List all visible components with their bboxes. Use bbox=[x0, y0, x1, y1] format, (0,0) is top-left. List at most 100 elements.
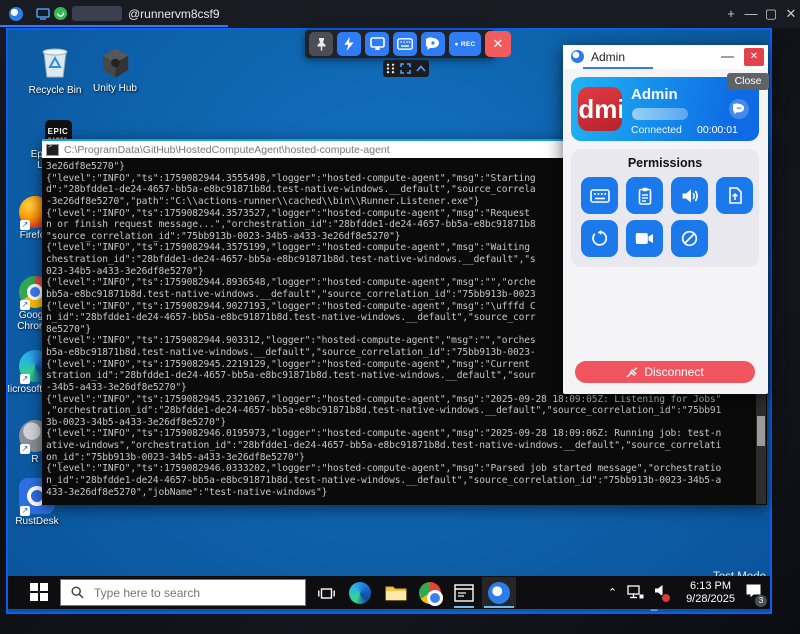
peer-name: Admin bbox=[631, 86, 678, 103]
action-center-button[interactable]: 3 bbox=[745, 583, 762, 603]
pin-toolbar-button[interactable] bbox=[309, 32, 333, 56]
disconnect-button[interactable]: Disconnect bbox=[575, 361, 755, 383]
notification-count-badge: 3 bbox=[755, 595, 767, 607]
taskbar-console-app-button[interactable] bbox=[452, 581, 476, 605]
tray-date: 9/28/2025 bbox=[686, 593, 735, 606]
taskbar-edge-button[interactable] bbox=[348, 581, 372, 605]
new-tab-button[interactable]: + bbox=[722, 6, 740, 21]
fullscreen-icon[interactable] bbox=[400, 63, 411, 74]
volume-muted-icon[interactable] bbox=[654, 584, 668, 602]
record-dot-icon: ● bbox=[455, 41, 459, 48]
record-label: REC bbox=[461, 41, 476, 48]
active-tab-indicator bbox=[0, 25, 228, 27]
maximize-button[interactable]: ▢ bbox=[762, 6, 780, 22]
close-button[interactable]: ✕ bbox=[782, 6, 800, 22]
keyboard-permission-button[interactable] bbox=[581, 177, 618, 214]
recording-permission-button[interactable] bbox=[626, 220, 663, 257]
taskbar-chrome-button[interactable] bbox=[418, 581, 442, 605]
console-log-line: n_id":"28bfdde1-de24-4657-bb5a-e8bc91871… bbox=[46, 475, 767, 487]
permissions-title: Permissions bbox=[571, 156, 759, 170]
keyboard-icon bbox=[397, 38, 413, 50]
tray-time: 6:13 PM bbox=[686, 580, 735, 593]
taskbar-search[interactable] bbox=[60, 579, 306, 606]
windows-taskbar: ⌃ 6:13 PM 9/28/2025 3 bbox=[8, 576, 770, 609]
admin-tab-label[interactable]: Admin bbox=[591, 50, 625, 64]
task-view-button[interactable] bbox=[314, 581, 338, 605]
shortcut-arrow-icon: ↗ bbox=[20, 506, 30, 516]
speaker-icon bbox=[681, 188, 699, 204]
shortcut-arrow-icon: ↗ bbox=[20, 220, 30, 230]
admin-control-window: Admin ✕ Admin Admin Connected 00:00:01 P… bbox=[563, 45, 768, 394]
chevron-up-icon[interactable] bbox=[416, 65, 426, 72]
rustdesk-logo-icon bbox=[571, 50, 584, 63]
record-button[interactable]: ● REC bbox=[449, 32, 481, 56]
shortcut-arrow-icon: ↗ bbox=[20, 444, 30, 454]
minimize-button[interactable]: — bbox=[742, 6, 760, 21]
taskbar-rustdesk-button[interactable] bbox=[482, 577, 516, 608]
chat-bubble-icon bbox=[733, 103, 745, 115]
file-upload-icon bbox=[728, 187, 742, 204]
console-scrollbar-thumb[interactable] bbox=[757, 416, 765, 446]
pushpin-icon bbox=[315, 37, 328, 51]
chat-bubble-icon bbox=[426, 37, 440, 51]
chat-peer-button[interactable] bbox=[729, 99, 749, 119]
edge-icon bbox=[349, 582, 371, 604]
shortcut-arrow-icon: ↗ bbox=[20, 374, 30, 384]
peer-avatar: Admin bbox=[578, 87, 622, 131]
app-titlebar: @runnervm8csf9 + — ▢ ✕ bbox=[0, 0, 800, 28]
console-log-line: {"level":"INFO","ts":1759082945.2321067,… bbox=[46, 394, 767, 406]
network-icon[interactable] bbox=[627, 585, 644, 600]
chrome-icon bbox=[419, 582, 441, 604]
monitor-icon[interactable] bbox=[36, 8, 50, 20]
file-explorer-icon bbox=[385, 584, 407, 602]
admin-close-button[interactable]: ✕ bbox=[744, 48, 764, 66]
close-session-button[interactable]: ✕ bbox=[485, 31, 511, 57]
session-id-redacted bbox=[72, 6, 122, 21]
search-input[interactable] bbox=[92, 585, 276, 601]
console-app-icon bbox=[454, 584, 474, 602]
shortcut-arrow-icon: ↗ bbox=[20, 300, 30, 310]
lightning-icon bbox=[343, 37, 355, 51]
connection-status: Connected bbox=[631, 124, 682, 136]
toolbar-quick-strip bbox=[383, 60, 429, 77]
keyboard-button[interactable] bbox=[393, 32, 417, 56]
desktop-icon-label: Unity Hub bbox=[80, 83, 150, 94]
console-title: C:\ProgramData\GitHub\HostedComputeAgent… bbox=[64, 144, 390, 156]
clipboard-permission-button[interactable] bbox=[626, 177, 663, 214]
file-transfer-permission-button[interactable] bbox=[716, 177, 753, 214]
tray-clock[interactable]: 6:13 PM 9/28/2025 bbox=[686, 580, 735, 606]
system-tray: ⌃ 6:13 PM 9/28/2025 3 bbox=[608, 576, 770, 609]
display-button[interactable] bbox=[365, 32, 389, 56]
block-icon bbox=[681, 230, 698, 247]
permissions-panel: Permissions bbox=[571, 149, 759, 267]
admin-minimize-button[interactable] bbox=[721, 56, 734, 58]
start-button[interactable] bbox=[30, 583, 48, 601]
taskbar-explorer-button[interactable] bbox=[384, 581, 408, 605]
audio-permission-button[interactable] bbox=[671, 177, 708, 214]
console-log-line: {"level":"INFO","ts":1759082946.0195973,… bbox=[46, 428, 767, 440]
rustdesk-logo-icon bbox=[9, 7, 23, 21]
task-view-icon bbox=[318, 586, 335, 601]
admin-titlebar[interactable]: Admin ✕ bbox=[563, 45, 768, 69]
disconnect-plug-icon bbox=[626, 367, 639, 378]
disconnect-label: Disconnect bbox=[644, 365, 703, 379]
running-app-indicator bbox=[484, 606, 514, 608]
clipboard-icon bbox=[638, 187, 652, 205]
actions-button[interactable] bbox=[337, 32, 361, 56]
running-app-indicator bbox=[454, 606, 474, 608]
restart-permission-button[interactable] bbox=[581, 220, 618, 257]
video-camera-icon bbox=[635, 232, 654, 245]
grid-menu-icon[interactable] bbox=[386, 63, 395, 74]
session-tab-label[interactable]: @runnervm8csf9 bbox=[128, 7, 220, 21]
block-input-permission-button[interactable] bbox=[671, 220, 708, 257]
console-log-line: {"level":"INFO","ts":1759082946.0333202,… bbox=[46, 463, 767, 475]
restart-icon bbox=[591, 230, 608, 247]
chat-button[interactable] bbox=[421, 32, 445, 56]
desktop-icon-unity-hub[interactable]: Unity Hub bbox=[80, 46, 150, 94]
console-log-line: on_id":"75bb913b-0023-34b5-a433-3e26df8e… bbox=[46, 452, 767, 464]
keyboard-icon bbox=[590, 189, 610, 203]
console-log-line: ative-windows","orchestration_id":"28bfd… bbox=[46, 440, 767, 452]
tray-chevron-icon[interactable]: ⌃ bbox=[608, 586, 617, 599]
rustdesk-icon bbox=[488, 582, 510, 604]
console-log-line: 433-3e26df8e5270","jobName":"test-native… bbox=[46, 487, 767, 499]
